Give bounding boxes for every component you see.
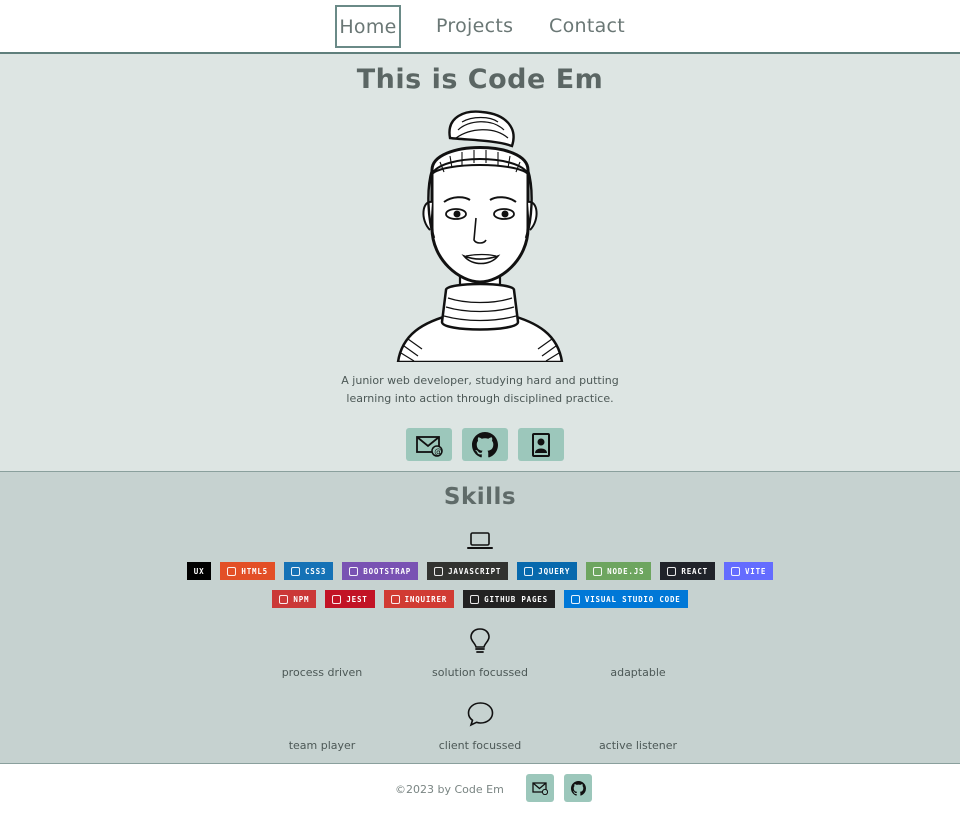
copyright-text: ©2023 by Code Em: [395, 783, 504, 796]
skill-badge: BOOTSTRAP: [342, 562, 419, 580]
badge-logo-icon: [434, 566, 444, 576]
lightbulb-icon: [470, 628, 490, 653]
skill-badge: INQUIRER: [383, 590, 455, 608]
email-icon: [532, 782, 548, 795]
skill-badge-label: JQUERY: [538, 566, 571, 576]
badge-logo-icon: [470, 594, 480, 604]
skill-badge-label: BOOTSTRAP: [363, 566, 412, 576]
contact-card-button[interactable]: [518, 428, 564, 461]
laptop-icon: [467, 532, 493, 549]
skill-badge-label: NPM: [293, 594, 310, 604]
badge-logo-icon: [227, 566, 237, 576]
trait-item: client focussed: [438, 739, 522, 752]
skill-badge-label: VISUAL STUDIO CODE: [584, 594, 681, 604]
chat-bubble-icon: [467, 702, 494, 727]
skill-badge: VITE: [723, 562, 774, 580]
skill-badge-label: VITE: [744, 566, 767, 576]
trait-item: solution focussed: [432, 666, 528, 679]
github-icon: [570, 780, 586, 796]
badge-logo-icon: [390, 594, 400, 604]
svg-text:@: @: [434, 447, 442, 456]
trait-item: active listener: [598, 739, 678, 752]
skill-badge-label: JEST: [346, 594, 368, 604]
traits-row-1: process driven solution focussed adaptab…: [243, 666, 717, 679]
badge-logo-icon: [667, 566, 677, 576]
skill-badge: CSS3: [283, 562, 334, 580]
badge-logo-icon: [279, 594, 289, 604]
nav-projects-link[interactable]: Projects: [436, 15, 513, 37]
skill-badge-label: INQUIRER: [404, 594, 448, 604]
skill-badges-row-1: UX HTML5 CSS3 BOOTSTRAP JAVASCRIPT JQUERY NODE…: [0, 562, 960, 580]
skill-badge-label: CSS3: [304, 566, 327, 576]
hero-section: This is Code Em A junior web developer, …: [0, 54, 960, 471]
skill-badge: JAVASCRIPT: [427, 562, 509, 580]
skill-badge: NPM: [272, 590, 317, 608]
traits-row-2: team player client focussed active liste…: [243, 739, 717, 752]
badge-logo-icon: [570, 594, 580, 604]
skill-badge: NODE.JS: [586, 562, 652, 580]
trait-item: adaptable: [610, 666, 666, 679]
skill-badge-label: JAVASCRIPT: [448, 566, 502, 576]
skill-badge-label: HTML5: [241, 566, 268, 576]
skill-badge: JQUERY: [517, 562, 578, 580]
nav-contact-link[interactable]: Contact: [549, 15, 625, 37]
hero-description: A junior web developer, studying hard an…: [341, 374, 619, 405]
footer: ©2023 by Code Em: [0, 764, 960, 813]
badge-logo-icon: [730, 566, 740, 576]
trait-item: process driven: [281, 666, 363, 679]
nav-home-link[interactable]: Home: [335, 5, 401, 48]
hero-social-buttons: @: [406, 428, 564, 461]
email-button[interactable]: @: [406, 428, 452, 461]
skills-section: Skills UX HTML5 CSS3 BOOTSTRAP JAVASCRIPT JQU…: [0, 471, 960, 764]
skill-badge-label: GITHUB PAGES: [484, 594, 548, 604]
badge-logo-icon: [593, 566, 603, 576]
skill-badge: HTML5: [220, 562, 275, 580]
skill-badge-label: NODE.JS: [607, 566, 645, 576]
skill-badge: UX: [186, 562, 212, 580]
skill-badge: JEST: [325, 590, 375, 608]
skill-badge-label: UX: [193, 566, 205, 576]
footer-social-buttons: [526, 774, 592, 802]
skill-badge: VISUAL STUDIO CODE: [563, 590, 688, 608]
skills-title: Skills: [443, 484, 517, 510]
badge-logo-icon: [290, 566, 300, 576]
footer-github-button[interactable]: [564, 774, 592, 802]
github-button[interactable]: [462, 428, 508, 461]
trait-item: team player: [288, 739, 356, 752]
avatar-illustration: [396, 110, 564, 362]
skill-badge: GITHUB PAGES: [463, 590, 555, 608]
footer-email-button[interactable]: [526, 774, 554, 802]
email-icon: @: [416, 435, 443, 457]
badge-logo-icon: [332, 594, 342, 604]
skill-badge: REACT: [660, 562, 715, 580]
contact-card-icon: [532, 432, 550, 457]
github-icon: [472, 431, 498, 457]
skill-badges-row-2: NPM JEST INQUIRER GITHUB PAGES VISUAL STUDIO…: [0, 590, 960, 608]
badge-logo-icon: [349, 566, 359, 576]
page-title: This is Code Em: [356, 64, 604, 95]
skill-badge-label: REACT: [681, 566, 708, 576]
top-nav: Home Projects Contact: [0, 0, 960, 54]
badge-logo-icon: [524, 566, 534, 576]
